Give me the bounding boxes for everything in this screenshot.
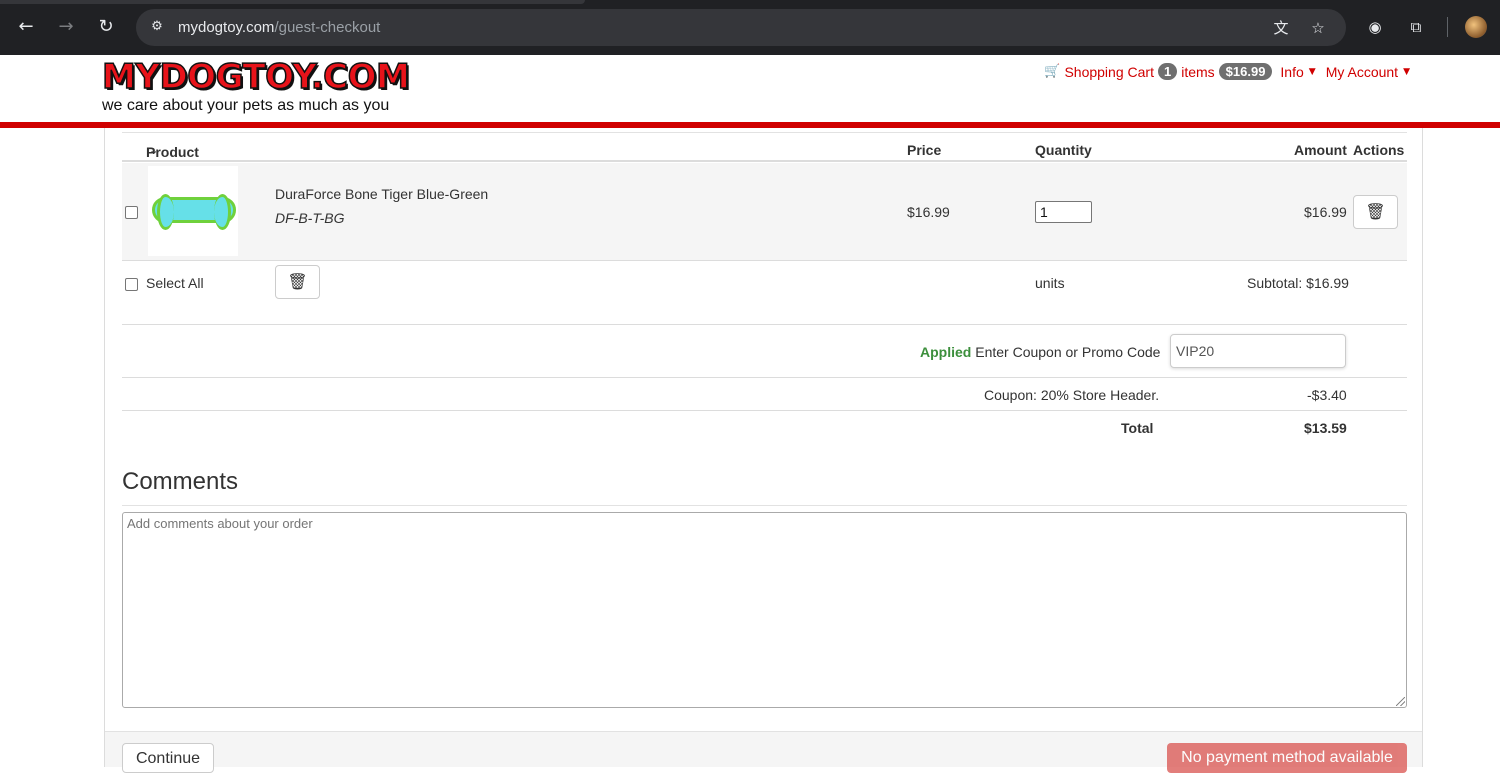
total-label: Total: [1121, 420, 1154, 436]
coupon-input[interactable]: [1170, 334, 1346, 368]
account-caret-icon[interactable]: ▼: [1403, 67, 1410, 77]
checkout-footer: Continue No payment method available: [105, 731, 1422, 773]
url-host: mydogtoy.com: [178, 19, 275, 36]
discount-row: Coupon: 20% Store Header. -$3.40: [122, 378, 1407, 411]
table-row: DuraForce Bone Tiger Blue-Green DF-B-T-B…: [122, 163, 1407, 261]
amount-column-header: Amount: [1294, 142, 1347, 158]
resize-handle-icon[interactable]: [1396, 697, 1405, 706]
comments-textarea[interactable]: [122, 512, 1407, 708]
puzzle-icon[interactable]: ⧉: [1404, 15, 1428, 39]
tab-strip: [0, 0, 585, 4]
address-bar[interactable]: ⚙ mydogtoy.com/guest-checkout 文 ☆: [136, 9, 1346, 46]
bookmark-star-icon[interactable]: ☆: [1307, 17, 1329, 39]
translate-icon[interactable]: 文: [1270, 17, 1292, 39]
info-menu[interactable]: Info: [1280, 64, 1303, 80]
profile-avatar[interactable]: [1465, 16, 1487, 38]
cart-items-label: items: [1181, 63, 1215, 80]
product-sku: DF-B-T-BG: [275, 210, 345, 226]
cart-count-badge: 1: [1157, 63, 1178, 80]
my-account-menu[interactable]: My Account: [1326, 64, 1398, 80]
shopping-cart-icon[interactable]: 🛒: [1044, 64, 1060, 79]
select-all-checkbox[interactable]: [125, 278, 138, 291]
info-caret-icon[interactable]: ▼: [1309, 67, 1316, 77]
coupon-prompt: Enter Coupon or Promo Code: [975, 344, 1161, 360]
total-value: $13.59: [1304, 420, 1347, 436]
select-all-row: Select All 🗑 units Subtotal: $16.99: [122, 262, 1407, 325]
actions-column-header: Actions: [1353, 142, 1405, 158]
total-row: Total $13.59: [122, 411, 1407, 444]
bone-toy-image: [152, 194, 236, 230]
forward-icon[interactable]: →: [53, 14, 79, 40]
site-logo[interactable]: MYDOGTOY.COM: [101, 56, 410, 98]
url-path: /guest-checkout: [274, 19, 381, 36]
comments-rule: [122, 505, 1407, 506]
panel-top-rule: [122, 132, 1407, 133]
trash-icon: 🗑: [1365, 202, 1386, 221]
cart-total-badge: $16.99: [1218, 63, 1273, 80]
browser-toolbar: ← → ↻ ⚙ mydogtoy.com/guest-checkout 文 ☆ …: [0, 0, 1500, 55]
no-payment-button[interactable]: No payment method available: [1167, 743, 1407, 773]
product-name[interactable]: DuraForce Bone Tiger Blue-Green: [275, 186, 488, 202]
units-label: units: [1035, 275, 1065, 291]
coupon-label: Applied Enter Coupon or Promo Code: [920, 344, 1160, 360]
toolbar-divider: [1447, 17, 1448, 37]
discount-label: Coupon: 20% Store Header.: [984, 387, 1160, 403]
price-column-header: Price: [907, 142, 942, 158]
chevron-down-icon[interactable]: ⌄: [149, 144, 158, 157]
select-all-label[interactable]: Select All: [146, 275, 204, 291]
trash-icon: 🗑: [287, 272, 308, 291]
item-amount: $16.99: [1304, 204, 1347, 220]
delete-selected-button[interactable]: 🗑: [275, 265, 320, 299]
site-tagline: we care about your pets as much as you: [102, 97, 390, 114]
comments-heading: Comments: [122, 468, 239, 495]
continue-button[interactable]: Continue: [122, 743, 214, 773]
site-header: MYDOGTOY.COM we care about your pets as …: [0, 55, 1500, 122]
delete-item-button[interactable]: 🗑: [1353, 195, 1398, 229]
shopping-cart-link[interactable]: Shopping Cart: [1064, 64, 1154, 80]
reload-icon[interactable]: ↻: [93, 14, 119, 40]
extension-icon[interactable]: ◉: [1363, 15, 1387, 39]
cart-table-header: Product ⌄ Price Quantity Amount Actions: [122, 140, 1407, 162]
quantity-column-header: Quantity: [1035, 142, 1092, 158]
subtotal-label: Subtotal: $16.99: [1247, 275, 1349, 291]
back-icon[interactable]: ←: [13, 14, 39, 40]
item-price: $16.99: [907, 204, 950, 220]
checkout-panel: Product ⌄ Price Quantity Amount Actions D…: [104, 128, 1423, 773]
coupon-applied-status: Applied: [920, 344, 972, 360]
site-settings-icon[interactable]: ⚙: [148, 18, 166, 36]
item-select-checkbox[interactable]: [125, 206, 138, 219]
coupon-row: Applied Enter Coupon or Promo Code: [122, 325, 1407, 378]
product-thumbnail[interactable]: [148, 166, 238, 256]
header-nav: 🛒 Shopping Cart 1 items $16.99 Info ▼ My…: [1044, 63, 1420, 80]
quantity-input[interactable]: [1035, 201, 1092, 223]
url-text[interactable]: mydogtoy.com/guest-checkout: [178, 19, 380, 36]
discount-value: -$3.40: [1307, 387, 1347, 403]
